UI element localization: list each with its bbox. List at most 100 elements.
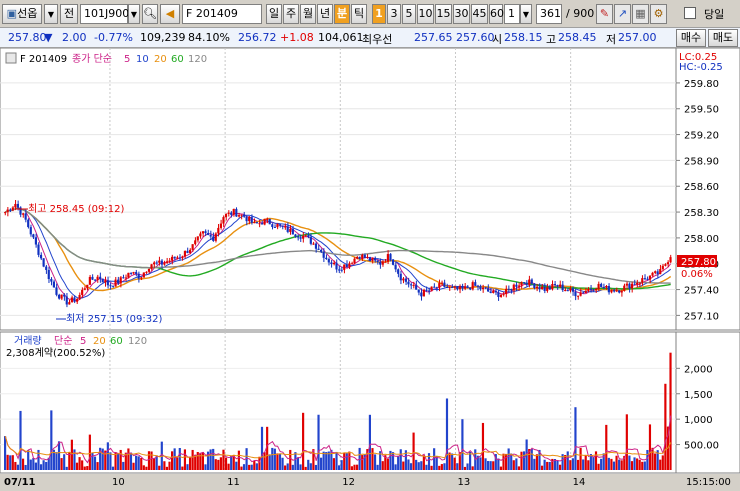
volume-bar xyxy=(183,449,187,470)
candle-body xyxy=(669,257,672,263)
candle-body xyxy=(145,271,148,273)
candle-body xyxy=(248,217,251,222)
tool-button-1[interactable]: ✎ xyxy=(596,4,613,24)
volume-bar xyxy=(163,461,166,470)
candle-body xyxy=(389,254,392,260)
today-checkbox[interactable] xyxy=(684,7,696,19)
volume-bar xyxy=(204,464,207,470)
tool-button-2[interactable]: ↗ xyxy=(614,4,631,24)
chart-area[interactable]: F 201409 종가 단순 5 10 20 60 120 LC:0.25 HC… xyxy=(0,47,740,488)
volume-bar xyxy=(173,448,176,470)
buy-button[interactable]: 매수 xyxy=(676,29,706,47)
volume-bar xyxy=(325,452,328,470)
volume-bar xyxy=(11,455,14,470)
period-minute[interactable]: 분 xyxy=(334,4,350,24)
candle-body xyxy=(602,286,605,288)
search-button[interactable]: ▣선옵 xyxy=(2,4,42,24)
volume-bar xyxy=(376,464,379,470)
volume-bar xyxy=(106,442,109,470)
candle-body xyxy=(463,286,467,289)
interval-5[interactable]: 5 xyxy=(402,4,416,24)
volume-bar xyxy=(140,457,143,470)
candle-body xyxy=(60,294,63,299)
period-tick[interactable]: 틱 xyxy=(351,4,367,24)
candle-body xyxy=(659,269,662,275)
candle-body xyxy=(587,289,590,291)
code-dropdown[interactable]: ▼ xyxy=(128,4,140,24)
open-interest: 104,061 xyxy=(318,31,364,44)
candle-body xyxy=(394,264,397,270)
volume-bar xyxy=(422,455,425,470)
candle-body xyxy=(597,283,600,289)
candle-body xyxy=(497,292,500,297)
volume-title: 거래량 xyxy=(14,335,42,347)
candle-body xyxy=(137,273,140,279)
interval-60[interactable]: 60 xyxy=(489,4,504,24)
code-input[interactable]: 101J9000 xyxy=(80,4,136,24)
candle-body xyxy=(494,291,497,293)
sell-button[interactable]: 매도 xyxy=(708,29,738,47)
volume-bar xyxy=(420,461,423,470)
interval-45[interactable]: 45 xyxy=(471,4,488,24)
volume-bar xyxy=(268,454,271,470)
candle-body xyxy=(543,286,546,291)
candle-body xyxy=(479,286,482,290)
today-label: 당일 xyxy=(704,8,725,21)
price-volume-chart[interactable]: F 201409 종가 단순 5 10 20 60 120 LC:0.25 HC… xyxy=(0,47,740,488)
interval-3[interactable]: 3 xyxy=(387,4,401,24)
period-day[interactable]: 일 xyxy=(266,4,282,24)
candle-body xyxy=(327,258,330,263)
high-label: 고 xyxy=(546,33,557,46)
interval-dropdown[interactable]: ▼ xyxy=(520,4,532,24)
period-year[interactable]: 년 xyxy=(317,4,333,24)
candle-body xyxy=(122,277,125,279)
candle-body xyxy=(266,218,269,220)
name-field: F 201409 xyxy=(182,4,262,24)
volume-bar xyxy=(212,448,215,470)
volume-bar xyxy=(338,465,341,470)
candle-body xyxy=(155,262,158,264)
candle-body xyxy=(338,269,341,271)
volume-bar xyxy=(664,383,667,470)
panel-menu-icon[interactable] xyxy=(5,52,17,64)
candle-body xyxy=(397,269,400,274)
candle-body xyxy=(214,233,217,241)
tool-button-3[interactable]: ▦ xyxy=(632,4,649,24)
interval-custom-input[interactable]: 1 xyxy=(504,4,520,24)
interval-15[interactable]: 15 xyxy=(435,4,452,24)
volume-bar xyxy=(127,448,130,470)
volume-bar xyxy=(165,466,169,470)
candle-body xyxy=(610,290,613,293)
find-button[interactable]: 🔍︎ xyxy=(142,4,158,24)
candle-body xyxy=(29,227,32,235)
period-month[interactable]: 월 xyxy=(300,4,316,24)
volume-bar xyxy=(93,456,97,470)
candle-body xyxy=(27,219,30,228)
volume-bar xyxy=(381,461,384,470)
interval-10[interactable]: 10 xyxy=(417,4,434,24)
back-button[interactable]: ◀ xyxy=(160,4,180,24)
interval-30[interactable]: 30 xyxy=(453,4,470,24)
volume-bar xyxy=(291,464,294,470)
dropdown-button[interactable]: ▼ xyxy=(44,4,58,24)
low-label: 저 xyxy=(606,33,617,46)
candle-body xyxy=(556,285,559,287)
volume-bar xyxy=(638,459,641,470)
volume-bar xyxy=(566,451,569,470)
volume-bar xyxy=(237,450,240,470)
candle-body xyxy=(638,282,641,284)
volume-bar xyxy=(451,453,454,470)
volume-bar xyxy=(314,464,318,470)
period-week[interactable]: 주 xyxy=(283,4,299,24)
volume-bar xyxy=(122,461,125,470)
market-button[interactable]: 전 xyxy=(60,4,78,24)
volume-bar xyxy=(661,455,664,470)
count-input[interactable]: 361 xyxy=(536,4,562,24)
quote-bar: 257.80 ▼ 2.00 -0.77% 109,239 84.10% 256.… xyxy=(0,28,740,48)
open-price: 258.15 xyxy=(504,31,543,44)
interval-1[interactable]: 1 xyxy=(372,4,386,24)
settings-button[interactable]: ⚙ xyxy=(650,4,667,24)
time-label: 15:15:00 xyxy=(686,477,731,488)
volume-tick-label: 1,500 xyxy=(684,390,713,401)
volume-bar xyxy=(355,464,359,470)
